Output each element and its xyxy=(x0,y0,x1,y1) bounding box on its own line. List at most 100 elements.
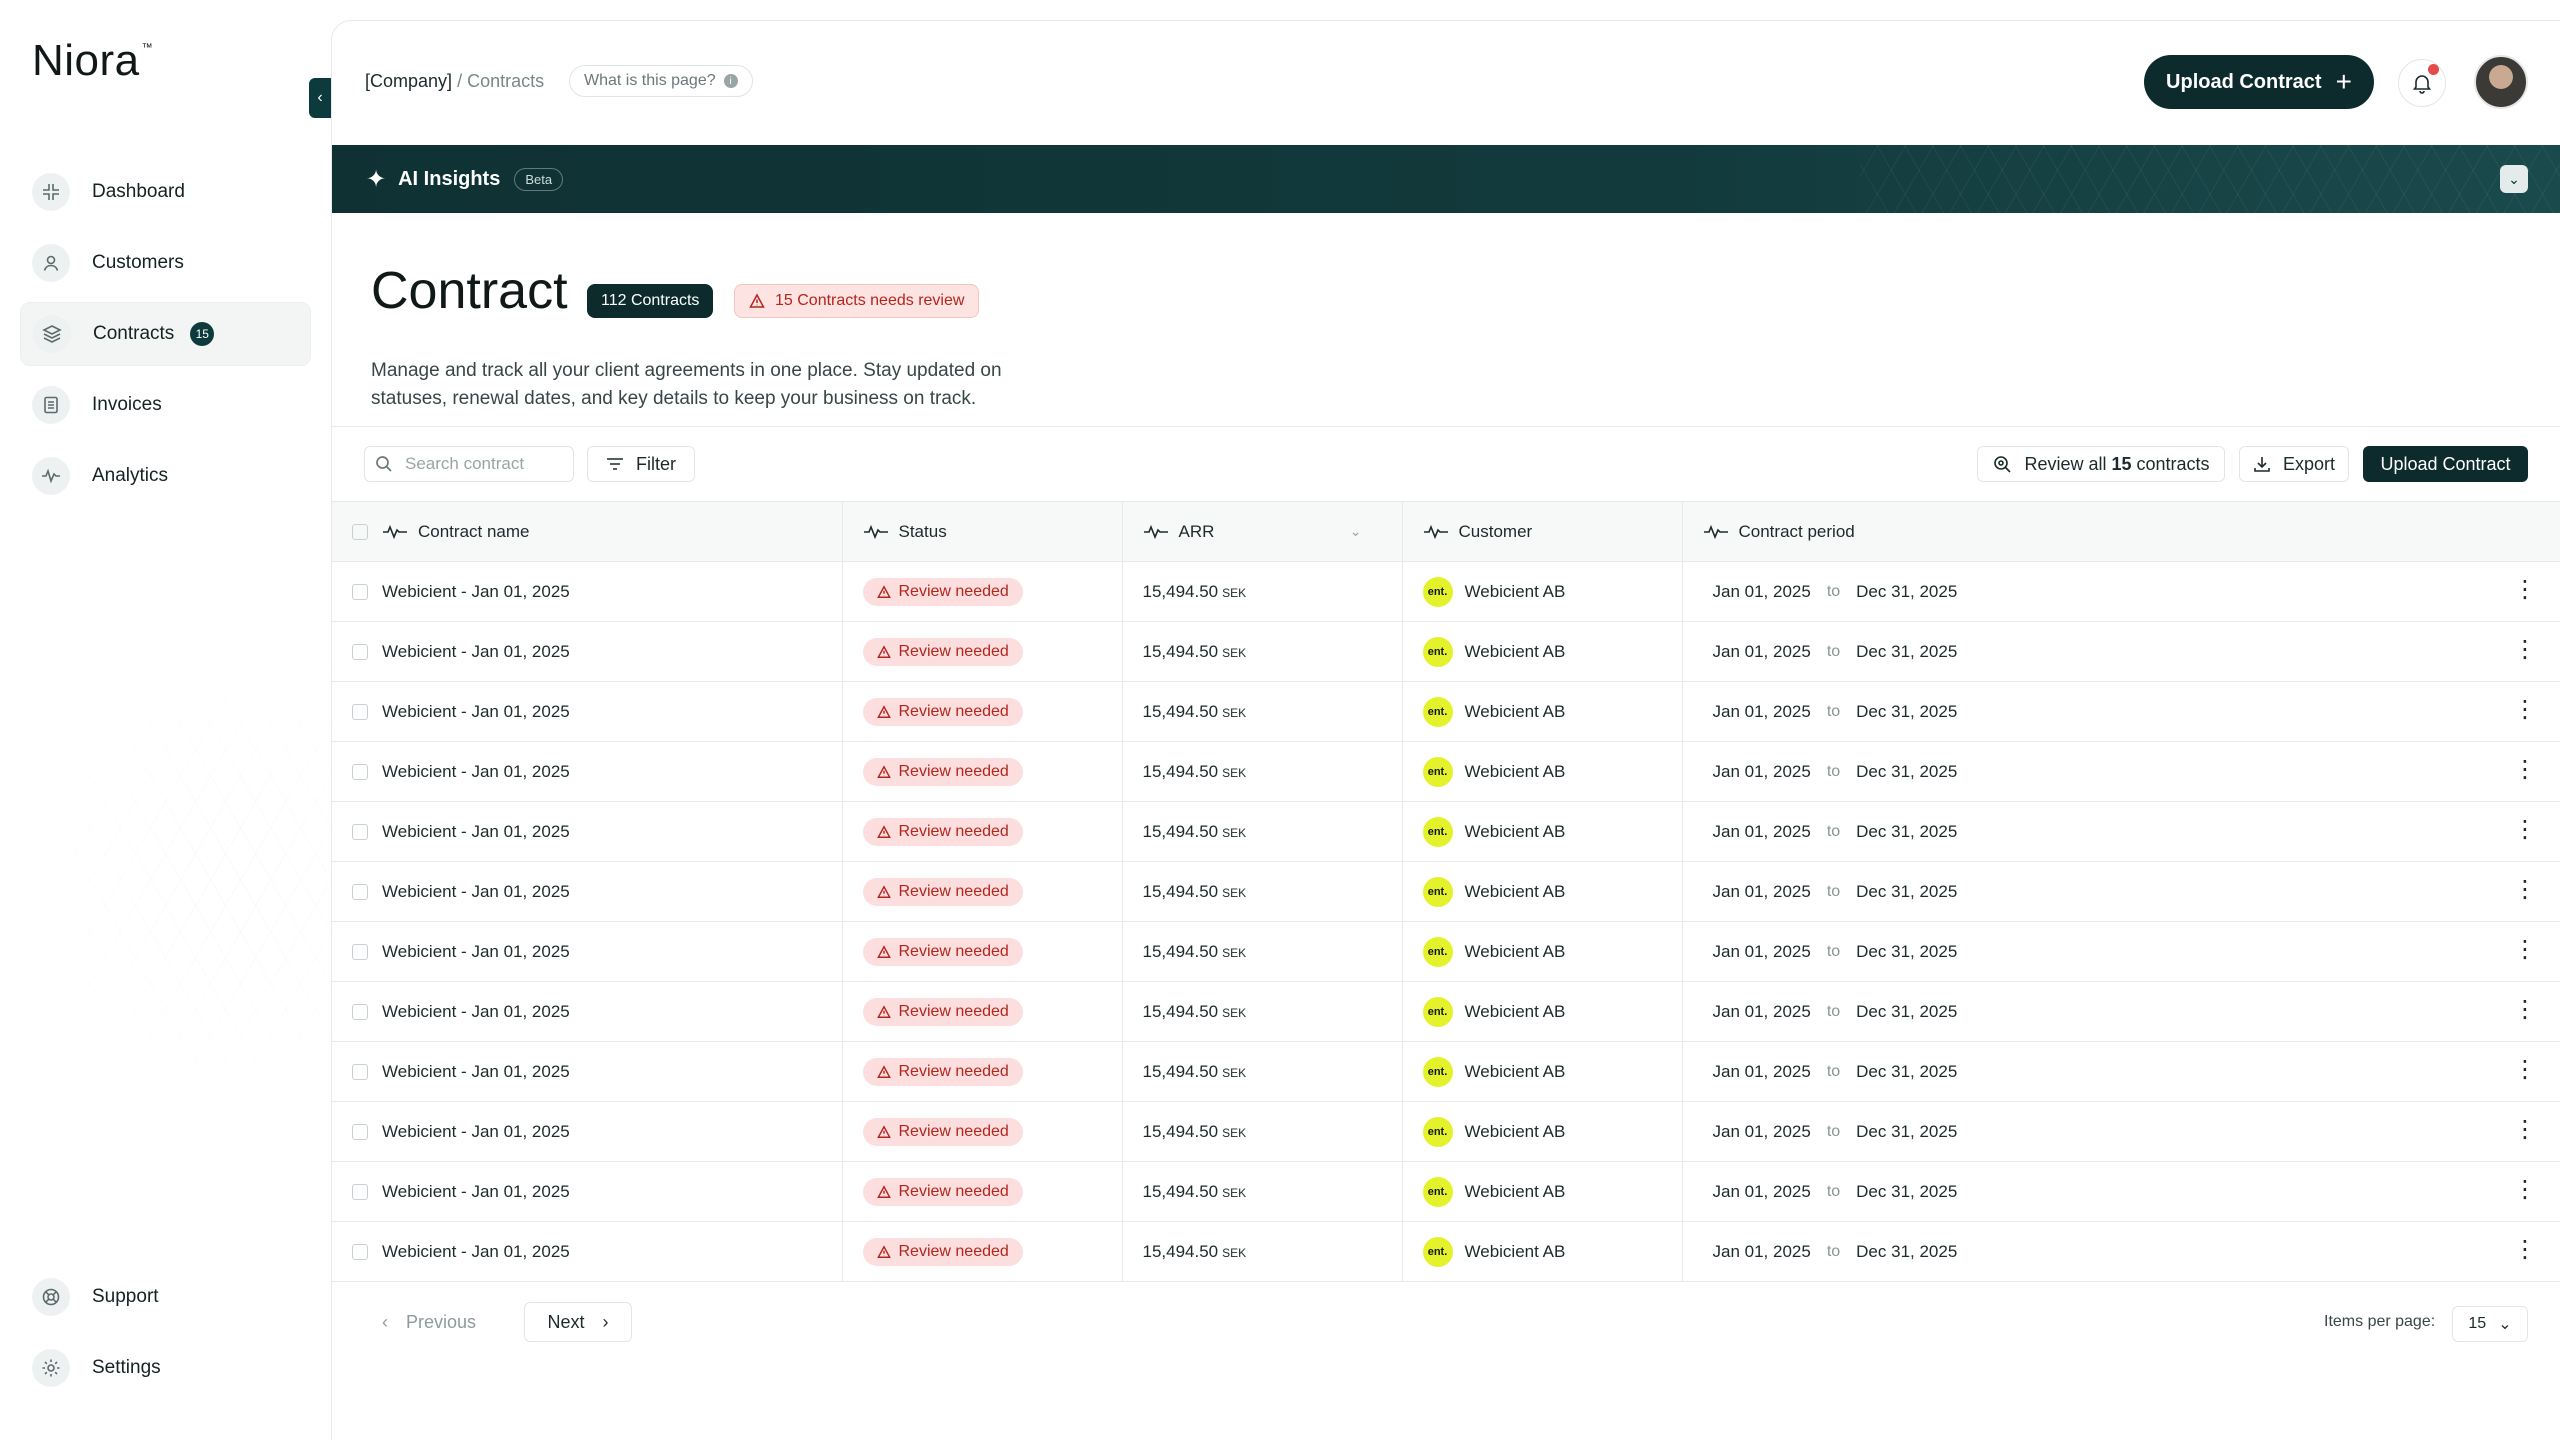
help-chip[interactable]: What is this page? i xyxy=(569,65,753,97)
customer[interactable]: ent. Webicient AB xyxy=(1403,1056,1682,1087)
row-checkbox[interactable] xyxy=(352,1064,368,1081)
chevron-down-icon[interactable]: ⌄ xyxy=(2500,165,2528,193)
status-badge[interactable]: Review needed xyxy=(862,1057,1023,1086)
more-options-icon[interactable]: ⋮ xyxy=(2513,1058,2537,1082)
customer[interactable]: ent. Webicient AB xyxy=(1403,696,1682,727)
filter-button[interactable]: Filter xyxy=(587,446,695,482)
search-field[interactable] xyxy=(364,446,574,482)
contract-name-cell[interactable]: Webicient - Jan 01, 2025 xyxy=(382,1041,842,1102)
sort-chevron-icon[interactable]: ⌄ xyxy=(1350,523,1362,540)
column-header-name[interactable]: Contract name xyxy=(382,501,842,562)
customer[interactable]: ent. Webicient AB xyxy=(1403,636,1682,667)
contract-name-cell[interactable]: Webicient - Jan 01, 2025 xyxy=(382,1221,842,1282)
select-all-checkbox[interactable] xyxy=(352,524,368,541)
more-options-icon[interactable]: ⋮ xyxy=(2513,1118,2537,1142)
customer[interactable]: ent. Webicient AB xyxy=(1403,996,1682,1027)
customer[interactable]: ent. Webicient AB xyxy=(1403,1176,1682,1207)
table-row[interactable]: Webicient - Jan 01, 2025 Review needed 1… xyxy=(332,621,2560,682)
more-options-icon[interactable]: ⋮ xyxy=(2513,1178,2537,1202)
status-badge[interactable]: Review needed xyxy=(862,877,1023,906)
more-options-icon[interactable]: ⋮ xyxy=(2513,818,2537,842)
row-checkbox[interactable] xyxy=(352,884,368,901)
status-badge[interactable]: Review needed xyxy=(862,817,1023,846)
contract-name-cell[interactable]: Webicient - Jan 01, 2025 xyxy=(382,981,842,1042)
more-options-icon[interactable]: ⋮ xyxy=(2513,698,2537,722)
status-badge[interactable]: Review needed xyxy=(862,577,1023,606)
ai-insights-bar[interactable]: ✦ AI Insights Beta ⌄ xyxy=(332,145,2560,213)
more-options-icon[interactable]: ⋮ xyxy=(2513,878,2537,902)
row-checkbox[interactable] xyxy=(352,704,368,721)
customer[interactable]: ent. Webicient AB xyxy=(1403,816,1682,847)
status-badge[interactable]: Review needed xyxy=(862,1237,1023,1266)
more-options-icon[interactable]: ⋮ xyxy=(2513,578,2537,602)
more-options-icon[interactable]: ⋮ xyxy=(2513,938,2537,962)
breadcrumb-company[interactable]: [Company] xyxy=(365,71,452,91)
next-page-button[interactable]: Next › xyxy=(524,1302,632,1342)
contract-name-cell[interactable]: Webicient - Jan 01, 2025 xyxy=(382,1101,842,1162)
sidebar-item-dashboard[interactable]: Dashboard xyxy=(20,160,311,224)
more-options-icon[interactable]: ⋮ xyxy=(2513,758,2537,782)
customer[interactable]: ent. Webicient AB xyxy=(1403,1236,1682,1267)
upload-contract-button[interactable]: Upload Contract xyxy=(2363,446,2528,482)
sidebar-item-settings[interactable]: Settings xyxy=(20,1336,311,1400)
table-row[interactable]: Webicient - Jan 01, 2025 Review needed 1… xyxy=(332,1101,2560,1162)
row-checkbox[interactable] xyxy=(352,644,368,661)
status-badge[interactable]: Review needed xyxy=(862,757,1023,786)
row-checkbox[interactable] xyxy=(352,1184,368,1201)
notifications-button[interactable] xyxy=(2398,59,2446,107)
status-badge[interactable]: Review needed xyxy=(862,937,1023,966)
column-header-status[interactable]: Status xyxy=(841,501,1122,562)
sidebar-item-analytics[interactable]: Analytics xyxy=(20,444,311,508)
collapse-sidebar-button[interactable]: ‹ xyxy=(309,78,331,118)
customer[interactable]: ent. Webicient AB xyxy=(1403,576,1682,607)
contract-name-cell[interactable]: Webicient - Jan 01, 2025 xyxy=(382,801,842,862)
table-row[interactable]: Webicient - Jan 01, 2025 Review needed 1… xyxy=(332,921,2560,982)
row-checkbox[interactable] xyxy=(352,824,368,841)
table-row[interactable]: Webicient - Jan 01, 2025 Review needed 1… xyxy=(332,741,2560,802)
customer[interactable]: ent. Webicient AB xyxy=(1403,1116,1682,1147)
row-checkbox[interactable] xyxy=(352,1004,368,1021)
sidebar-item-invoices[interactable]: Invoices xyxy=(20,373,311,437)
more-options-icon[interactable]: ⋮ xyxy=(2513,638,2537,662)
contract-name-cell[interactable]: Webicient - Jan 01, 2025 xyxy=(382,1161,842,1222)
table-row[interactable]: Webicient - Jan 01, 2025 Review needed 1… xyxy=(332,981,2560,1042)
customer[interactable]: ent. Webicient AB xyxy=(1403,936,1682,967)
review-needed-chip[interactable]: 15 Contracts needs review xyxy=(734,284,980,318)
row-checkbox[interactable] xyxy=(352,944,368,961)
status-badge[interactable]: Review needed xyxy=(862,997,1023,1026)
contract-name-cell[interactable]: Webicient - Jan 01, 2025 xyxy=(382,741,842,802)
status-badge[interactable]: Review needed xyxy=(862,697,1023,726)
row-checkbox[interactable] xyxy=(352,1244,368,1261)
avatar[interactable] xyxy=(2474,55,2528,109)
table-row[interactable]: Webicient - Jan 01, 2025 Review needed 1… xyxy=(332,681,2560,742)
row-checkbox[interactable] xyxy=(352,584,368,601)
contract-name-cell[interactable]: Webicient - Jan 01, 2025 xyxy=(382,681,842,742)
column-header-arr[interactable]: ARR ⌄ xyxy=(1121,501,1402,562)
table-row[interactable]: Webicient - Jan 01, 2025 Review needed 1… xyxy=(332,1221,2560,1282)
customer[interactable]: ent. Webicient AB xyxy=(1403,876,1682,907)
contract-name-cell[interactable]: Webicient - Jan 01, 2025 xyxy=(382,621,842,682)
contract-name-cell[interactable]: Webicient - Jan 01, 2025 xyxy=(382,921,842,982)
contract-name-cell[interactable]: Webicient - Jan 01, 2025 xyxy=(382,861,842,922)
sidebar-item-customers[interactable]: Customers xyxy=(20,231,311,295)
sidebar-item-contracts[interactable]: Contracts 15 xyxy=(20,302,311,366)
contract-name-cell[interactable]: Webicient - Jan 01, 2025 xyxy=(382,561,842,622)
previous-page-button[interactable]: ‹ Previous xyxy=(364,1302,494,1342)
items-per-page-select[interactable]: 15 ⌄ xyxy=(2452,1306,2528,1342)
more-options-icon[interactable]: ⋮ xyxy=(2513,998,2537,1022)
table-row[interactable]: Webicient - Jan 01, 2025 Review needed 1… xyxy=(332,561,2560,622)
export-button[interactable]: Export xyxy=(2239,446,2349,482)
app-logo[interactable]: Niora ™ xyxy=(32,36,153,86)
table-row[interactable]: Webicient - Jan 01, 2025 Review needed 1… xyxy=(332,861,2560,922)
table-row[interactable]: Webicient - Jan 01, 2025 Review needed 1… xyxy=(332,801,2560,862)
status-badge[interactable]: Review needed xyxy=(862,1177,1023,1206)
table-row[interactable]: Webicient - Jan 01, 2025 Review needed 1… xyxy=(332,1161,2560,1222)
column-header-customer[interactable]: Customer xyxy=(1401,501,1682,562)
search-input[interactable] xyxy=(405,454,565,474)
review-all-button[interactable]: Review all 15 contracts xyxy=(1977,446,2225,482)
column-header-period[interactable]: Contract period xyxy=(1681,501,2560,562)
sidebar-item-support[interactable]: Support xyxy=(20,1265,311,1329)
status-badge[interactable]: Review needed xyxy=(862,637,1023,666)
more-options-icon[interactable]: ⋮ xyxy=(2513,1238,2537,1262)
row-checkbox[interactable] xyxy=(352,1124,368,1141)
